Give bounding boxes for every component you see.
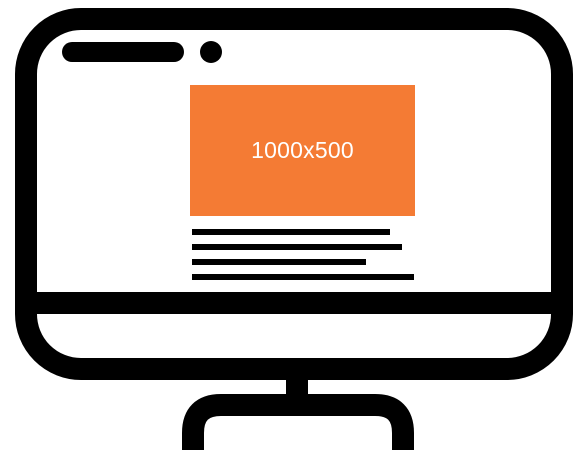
placeholder-label: 1000x500: [251, 137, 354, 163]
text-line: [192, 274, 414, 280]
text-line: [192, 244, 402, 250]
monitor-stand: [182, 394, 414, 450]
text-line: [192, 259, 366, 265]
window-dot: [200, 41, 222, 63]
desktop-monitor-icon: [15, 8, 573, 450]
text-line: [192, 229, 390, 235]
monitor-illustration: 1000x500: [0, 0, 580, 450]
